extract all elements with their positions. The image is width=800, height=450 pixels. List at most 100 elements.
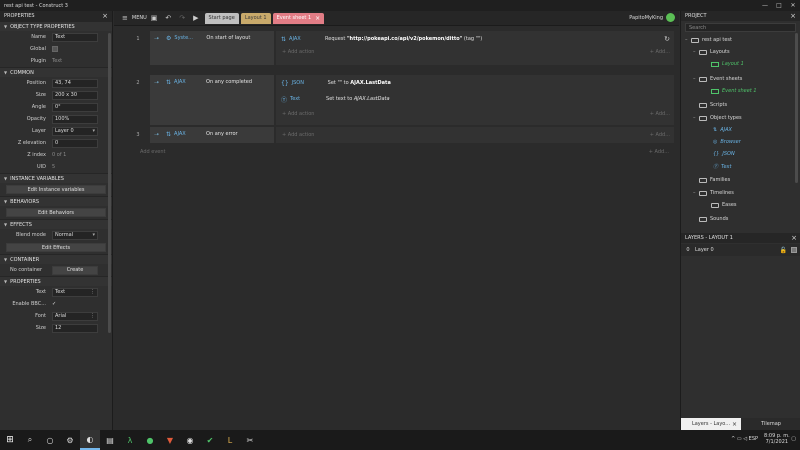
event-row[interactable]: 3 ➝ ⇅ AJAX On any error + Add action + Ad… [114,127,674,143]
task-view-icon[interactable]: ○ [40,430,60,450]
scrollbar[interactable] [795,33,798,183]
refresh-icon[interactable]: ↻ [664,35,670,43]
layer-select[interactable]: Layer 0 ▾ [52,126,98,136]
action-line[interactable]: Ⓣ Text Set text to AJAX.LastData [276,91,674,107]
position-input[interactable]: 43, 74 [52,78,98,88]
close-icon[interactable]: × [315,15,320,22]
notifications-icon[interactable]: ▢ [791,436,796,442]
construct-app-icon[interactable]: ◐ [80,430,100,450]
global-checkbox[interactable] [52,46,58,52]
actions-block[interactable]: + Add action + Add... [276,127,674,143]
section-properties[interactable]: ▼ PROPERTIES [0,276,112,286]
tree-layout-1[interactable]: Layout 1 [711,61,744,67]
close-icon[interactable]: × [791,234,797,242]
network-icon[interactable]: ▭ [737,436,742,442]
section-common[interactable]: ▼ COMMON [0,67,112,77]
action-line[interactable]: {} JSON Set "" to AJAX.LastData [276,75,674,91]
tree-obj-ajax[interactable]: ⇅ AJAX [713,127,732,133]
tree-sounds[interactable]: Sounds [699,216,728,222]
actions-block[interactable]: ⇅ AJAX Request "http://pokeapi.co/api/v2… [276,31,674,65]
condition-block[interactable]: ➝ ⚙ Syste... On start of layout [150,31,274,65]
add-action-link[interactable]: + Add action + Add... [276,109,674,119]
text-input[interactable]: Text ⋮ [52,287,98,297]
blend-select[interactable]: Normal ▾ [52,230,98,240]
event-row[interactable]: 2 ➝ ⇅ AJAX On any completed {} JSON Set … [114,75,674,125]
close-window-button[interactable]: ✕ [786,2,800,9]
bbcode-checkbox[interactable]: ✓ [52,301,56,307]
save-icon[interactable]: ▣ [151,14,158,22]
undo-icon[interactable]: ↶ [165,14,171,22]
snipping-icon[interactable]: ✂ [240,430,260,450]
tree-scripts[interactable]: Scripts [699,102,727,108]
volume-icon[interactable]: ◁ [743,436,747,442]
tab-start-page[interactable]: Start page [204,12,239,24]
font-input[interactable]: Arial ⋮ [52,311,98,321]
edit-behaviors-button[interactable]: Edit Behaviors [6,208,106,217]
condition-block[interactable]: ➝ ⇅ AJAX On any error [150,127,274,143]
angle-input[interactable]: 0° [52,102,98,112]
app-icon[interactable]: λ [120,430,140,450]
league-icon[interactable]: L [220,430,240,450]
tree-families[interactable]: Families [699,177,730,183]
tree-root[interactable]: – rest api test [685,37,732,43]
vpn-icon[interactable]: ✔ [200,430,220,450]
tree-timelines[interactable]: – Timelines [693,190,734,196]
section-object-type[interactable]: ▼ OBJECT TYPE PROPERTIES [0,21,112,31]
action-line[interactable]: ⇅ AJAX Request "http://pokeapi.co/api/v2… [276,31,674,47]
user-account[interactable]: PapitoMyKing [629,13,675,22]
create-container-button[interactable]: Create [52,265,98,275]
opacity-input[interactable]: 100% [52,114,98,124]
add-short[interactable]: + Add... [650,49,670,55]
close-icon[interactable]: × [732,421,737,428]
name-input[interactable]: Text [52,32,98,42]
layer-visible-checkbox[interactable] [791,247,797,253]
tab-layers[interactable]: Layers - Layo... × [681,418,741,430]
tree-object-types[interactable]: – Object types [693,115,742,121]
tree-eases[interactable]: Eases [711,202,737,208]
lock-icon[interactable]: 🔓 [780,247,787,254]
add-short[interactable]: + Add... [650,111,670,117]
close-icon[interactable]: × [790,12,796,20]
edit-instance-vars-button[interactable]: Edit Instance variables [6,185,106,194]
search-icon[interactable]: ⌕ [20,430,40,450]
minimize-button[interactable]: — [758,2,772,9]
add-action-link[interactable]: + Add action + Add... [276,47,674,57]
file-explorer-icon[interactable]: ▤ [100,430,120,450]
tree-event-sheet-1[interactable]: Event sheet 1 [711,88,757,94]
tree-obj-text[interactable]: Ⓣ Text [713,163,731,171]
tree-layouts[interactable]: – Layouts [693,49,730,55]
font-size-input[interactable]: 12 [52,323,98,333]
settings-icon[interactable]: ⚙ [60,430,80,450]
add-event-link[interactable]: Add event [140,149,166,155]
actions-block[interactable]: {} JSON Set "" to AJAX.LastData Ⓣ Text S… [276,75,674,125]
steam-icon[interactable]: ◉ [180,430,200,450]
add-short[interactable]: + Add... [650,132,670,138]
tree-obj-browser[interactable]: ◎ Browser [713,139,741,145]
chevron-up-icon[interactable]: ^ [731,436,735,442]
windows-start-icon[interactable]: ⊞ [0,430,20,450]
close-icon[interactable]: × [102,12,108,20]
zelevation-input[interactable]: 0 [52,138,98,148]
redo-icon[interactable]: ↷ [179,14,185,22]
scrollbar[interactable] [108,33,111,333]
brave-icon[interactable]: ▼ [160,430,180,450]
tab-tilemap[interactable]: Tilemap [741,418,800,430]
tree-obj-json[interactable]: {} JSON [713,151,735,157]
clock[interactable]: 8:09 p. m. 7/1/2021 [764,433,790,445]
edit-effects-button[interactable]: Edit Effects [6,243,106,252]
section-effects[interactable]: ▼ EFFECTS [0,219,112,229]
play-icon[interactable]: ▶ [193,14,198,22]
tree-event-sheets[interactable]: – Event sheets [693,76,742,82]
chrome-icon[interactable]: ● [140,430,160,450]
tab-event-sheet-1[interactable]: Event sheet 1 × [272,12,325,24]
maximize-button[interactable]: □ [772,2,786,9]
tab-layout-1[interactable]: Layout 1 [240,12,271,24]
size-input[interactable]: 200 x 30 [52,90,98,100]
menu-button[interactable]: ≡ MENU [118,14,147,22]
section-instance-vars[interactable]: ▼ INSTANCE VARIABLES [0,173,112,183]
section-container[interactable]: ▼ CONTAINER [0,254,112,264]
add-action-link[interactable]: + Add action + Add... [276,127,674,143]
condition-block[interactable]: ➝ ⇅ AJAX On any completed [150,75,274,125]
section-behaviors[interactable]: ▼ BEHAVIORS [0,196,112,206]
project-search-input[interactable]: Search [685,23,796,32]
